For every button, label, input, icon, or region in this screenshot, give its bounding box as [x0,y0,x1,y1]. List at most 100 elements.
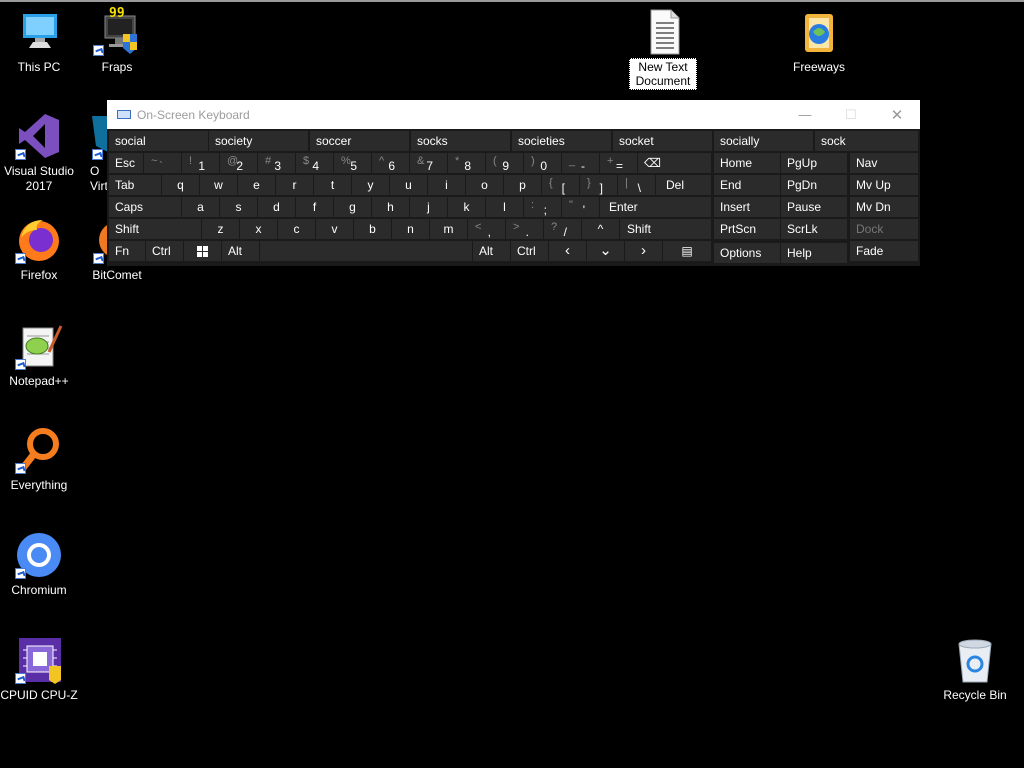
suggestion-societies[interactable]: societies [512,131,611,151]
key-u[interactable]: u [390,175,427,195]
key-left-arrow[interactable]: ‹ [549,241,586,261]
key-pgup[interactable]: PgUp [781,153,847,173]
key-0[interactable]: ) 0 [524,153,561,173]
key-slash[interactable]: ? / [544,219,581,239]
key-scrlk[interactable]: ScrLk [781,219,847,239]
suggestion-soccer[interactable]: soccer [310,131,409,151]
suggestion-sock[interactable]: sock [815,131,918,151]
key-w[interactable]: w [200,175,237,195]
key-space[interactable] [260,241,472,261]
key-insert[interactable]: Insert [714,197,780,217]
key-minus[interactable]: _ - [562,153,599,173]
key-m[interactable]: m [430,219,467,239]
key-l[interactable]: l [486,197,523,217]
desktop-icon-virtualbox[interactable]: O Virt [78,112,108,194]
desktop-icon-recycle-bin[interactable]: Recycle Bin [936,636,1014,703]
key-tab[interactable]: Tab [109,175,161,195]
suggestion-society[interactable]: society [209,131,308,151]
desktop-icon-freeways[interactable]: Freeways [780,8,858,75]
key-mv-up[interactable]: Mv Up [850,175,918,195]
key-shift-left[interactable]: Shift [109,219,201,239]
key-t[interactable]: t [314,175,351,195]
key-b[interactable]: b [354,219,391,239]
suggestion-socks[interactable]: socks [411,131,510,151]
key-backtick[interactable]: ~ ` [144,153,181,173]
key-quote[interactable]: " ' [562,197,599,217]
key-left-bracket[interactable]: {[ [542,175,579,195]
key-fade[interactable]: Fade [850,241,918,261]
key-i[interactable]: i [428,175,465,195]
title-bar[interactable]: On-Screen Keyboard — ☐ ✕ [107,100,920,129]
key-options[interactable]: Options [714,243,780,263]
key-alt-left[interactable]: Alt [222,241,259,261]
key-ctrl-left[interactable]: Ctrl [146,241,183,261]
key-8[interactable]: * 8 [448,153,485,173]
key-equals[interactable]: + = [600,153,637,173]
key-o[interactable]: o [466,175,503,195]
key-backspace[interactable]: ⌫ [638,153,711,173]
key-n[interactable]: n [392,219,429,239]
desktop-icon-notepadpp[interactable]: Notepad++ [0,322,78,389]
key-windows[interactable] [184,241,221,261]
key-z[interactable]: z [202,219,239,239]
key-nav[interactable]: Nav [850,153,918,173]
key-y[interactable]: y [352,175,389,195]
suggestion-socially[interactable]: socially [714,131,813,151]
key-down-arrow[interactable]: ⌄ [587,241,624,261]
key-a[interactable]: a [182,197,219,217]
key-5[interactable]: % 5 [334,153,371,173]
key-pgdn[interactable]: PgDn [781,175,847,195]
key-9[interactable]: (9 [486,153,523,173]
key-right-arrow[interactable]: › [625,241,662,261]
key-alt-right[interactable]: Alt [473,241,510,261]
key-f[interactable]: f [296,197,333,217]
key-d[interactable]: d [258,197,295,217]
key-2[interactable]: @2 [220,153,257,173]
key-semicolon[interactable]: :; [524,197,561,217]
key-j[interactable]: j [410,197,447,217]
key-comma[interactable]: <, [468,219,505,239]
key-mv-dn[interactable]: Mv Dn [850,197,918,217]
key-home[interactable]: Home [714,153,780,173]
suggestion-socket[interactable]: socket [613,131,712,151]
key-del[interactable]: Del [656,175,711,195]
desktop-icon-new-text-document[interactable]: New Text Document [624,8,702,90]
key-1[interactable]: ! 1 [182,153,219,173]
key-shift-right[interactable]: Shift [620,219,711,239]
key-caps[interactable]: Caps [109,197,181,217]
key-e[interactable]: e [238,175,275,195]
key-6[interactable]: ^ 6 [372,153,409,173]
desktop-icon-chromium[interactable]: Chromium [0,531,78,598]
key-fn[interactable]: Fn [109,241,145,261]
key-r[interactable]: r [276,175,313,195]
key-end[interactable]: End [714,175,780,195]
key-v[interactable]: v [316,219,353,239]
key-k[interactable]: k [448,197,485,217]
key-enter[interactable]: Enter [600,197,711,217]
key-right-bracket[interactable]: }] [580,175,617,195]
key-prtscn[interactable]: PrtScn [714,219,780,239]
key-backslash[interactable]: | \ [618,175,655,195]
key-3[interactable]: #3 [258,153,295,173]
key-dock[interactable]: Dock [850,219,918,239]
key-esc[interactable]: Esc [109,153,143,173]
desktop-icon-visual-studio[interactable]: Visual Studio 2017 [0,112,78,194]
key-c[interactable]: c [278,219,315,239]
key-p[interactable]: p [504,175,541,195]
key-7[interactable]: & 7 [410,153,447,173]
suggestion-social[interactable]: social [109,131,208,151]
key-g[interactable]: g [334,197,371,217]
key-s[interactable]: s [220,197,257,217]
desktop-icon-this-pc[interactable]: This PC [0,8,78,75]
key-menu[interactable]: ▤ [663,241,711,261]
key-ctrl-right[interactable]: Ctrl [511,241,548,261]
key-pause[interactable]: Pause [781,197,847,217]
key-period[interactable]: >. [506,219,543,239]
desktop-icon-everything[interactable]: Everything [0,426,78,493]
desktop-icon-fraps[interactable]: 99 Fraps [78,6,156,75]
desktop-icon-firefox[interactable]: Firefox [0,216,78,283]
desktop-icon-cpuz[interactable]: CPUID CPU-Z [0,636,78,703]
key-x[interactable]: x [240,219,277,239]
key-up-arrow[interactable]: ^ [582,219,619,239]
desktop-icon-label-selected[interactable]: New Text Document [629,58,697,90]
